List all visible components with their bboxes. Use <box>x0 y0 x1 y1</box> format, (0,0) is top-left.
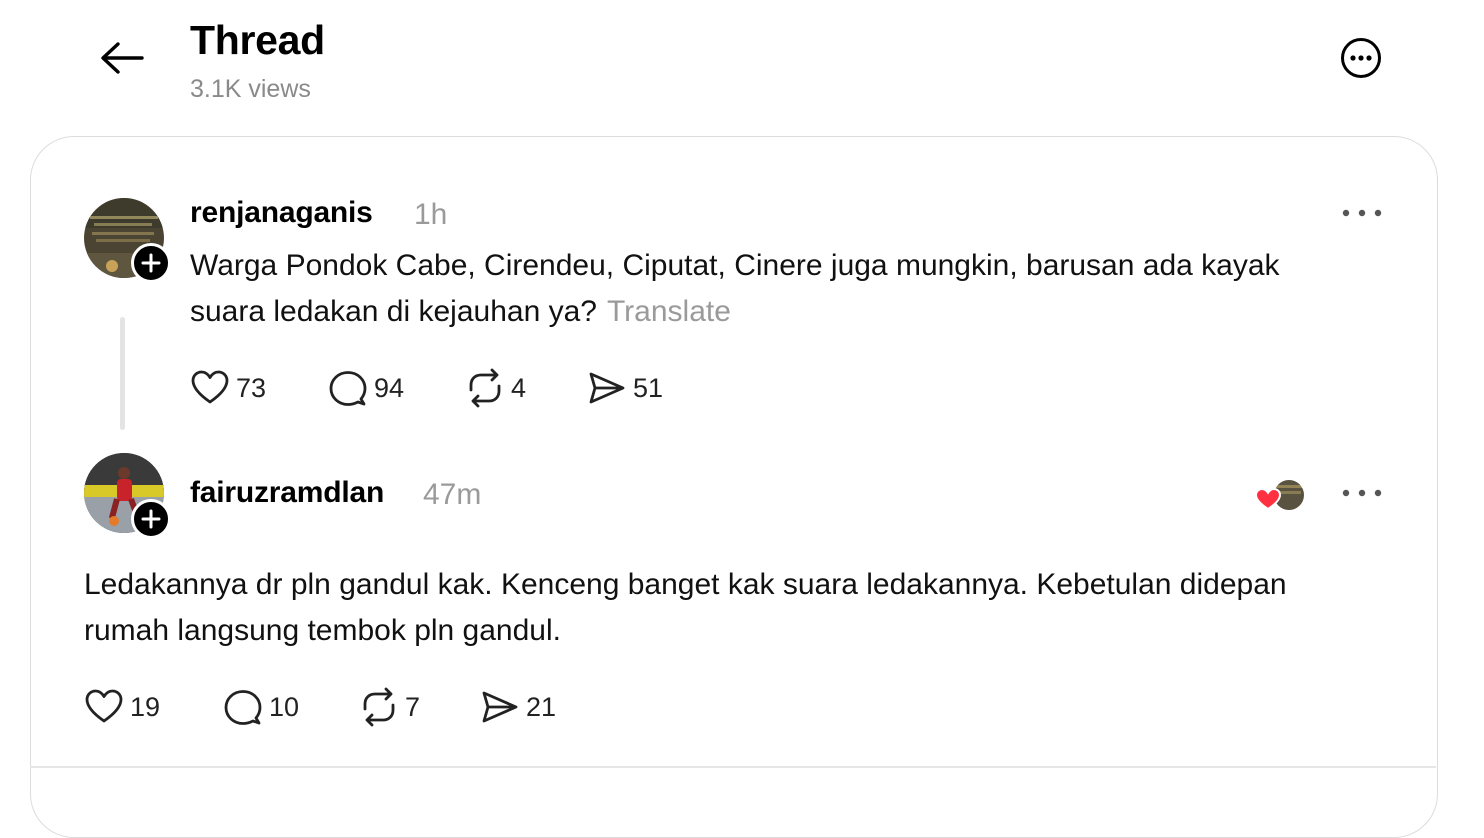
divider <box>30 766 1436 768</box>
share-count: 21 <box>526 691 557 722</box>
post-options-button[interactable] <box>1340 481 1384 505</box>
timestamp: 1h <box>414 198 448 231</box>
plus-icon <box>141 253 161 273</box>
share-button[interactable]: 51 <box>587 368 663 408</box>
reply-count: 10 <box>269 691 300 722</box>
reply-button[interactable]: 10 <box>223 687 299 727</box>
back-button[interactable] <box>98 36 146 80</box>
send-icon <box>589 372 625 404</box>
post-body: Warga Pondok Cabe, Cirendeu, Ciputat, Ci… <box>190 249 1280 328</box>
red-heart-icon <box>1255 487 1281 511</box>
heart-icon <box>85 689 123 723</box>
follow-button[interactable] <box>131 499 171 539</box>
post-text: Ledakannya dr pln gandul kak. Kenceng ba… <box>84 568 1287 647</box>
arrow-left-icon <box>101 42 144 74</box>
repost-count: 7 <box>405 691 421 722</box>
plus-icon <box>141 509 161 529</box>
send-icon <box>482 691 518 723</box>
like-button[interactable]: 19 <box>84 687 160 727</box>
like-button[interactable]: 73 <box>190 368 266 408</box>
share-button[interactable]: 21 <box>480 687 556 727</box>
share-count: 51 <box>633 372 664 403</box>
more-circle-icon <box>1341 38 1381 78</box>
repost-icon <box>363 687 395 727</box>
timestamp: 47m <box>423 478 482 511</box>
page-title: Thread <box>190 17 325 63</box>
comment-icon <box>224 690 262 725</box>
thread-connector-line <box>120 317 125 430</box>
like-count: 19 <box>130 691 161 722</box>
reply-count: 94 <box>374 372 405 403</box>
comment-icon <box>329 371 367 406</box>
reply-button[interactable]: 94 <box>328 368 404 408</box>
repost-button[interactable]: 7 <box>359 687 420 727</box>
like-count: 73 <box>236 372 267 403</box>
view-count: 3.1K views <box>190 75 311 103</box>
repost-icon <box>469 368 501 408</box>
repost-button[interactable]: 4 <box>465 368 526 408</box>
liked-by-author[interactable] <box>1255 477 1307 513</box>
follow-button[interactable] <box>131 243 171 283</box>
post-text: Warga Pondok Cabe, Cirendeu, Ciputat, Ci… <box>190 243 1350 335</box>
thread-options-button[interactable] <box>1340 37 1382 79</box>
ellipsis-icon <box>1342 489 1382 497</box>
translate-link[interactable]: Translate <box>607 295 731 328</box>
username[interactable]: renjanaganis <box>190 196 373 230</box>
username[interactable]: fairuzramdlan <box>190 476 384 510</box>
top-bar: Thread 3.1K views <box>0 0 1484 130</box>
repost-count: 4 <box>511 372 527 403</box>
ellipsis-icon <box>1342 209 1382 217</box>
post-options-button[interactable] <box>1340 201 1384 225</box>
heart-icon <box>191 370 229 404</box>
